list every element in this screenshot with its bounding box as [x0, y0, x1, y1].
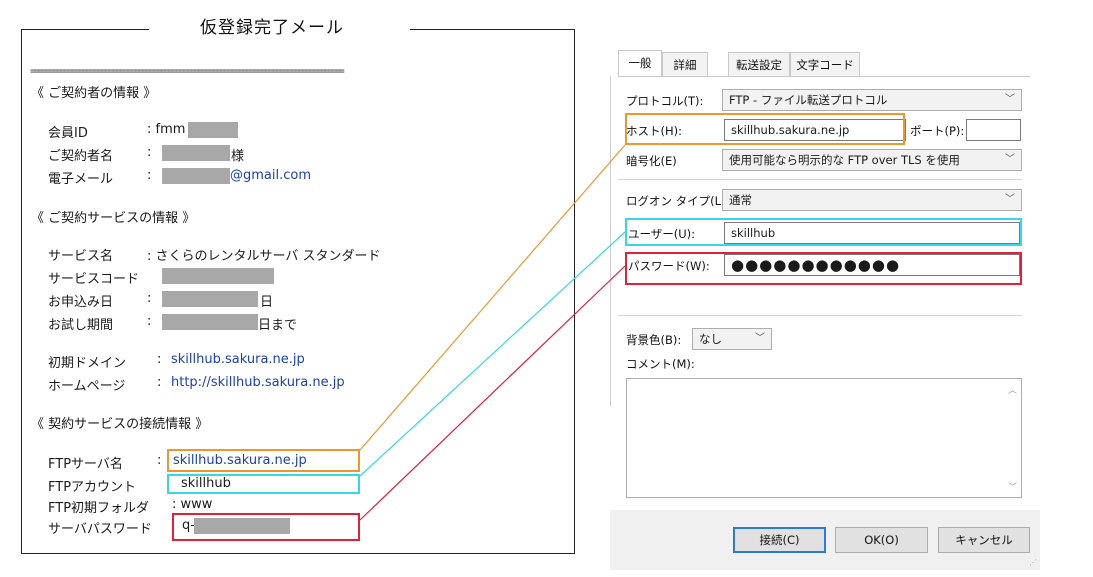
port-input[interactable]: [966, 119, 1021, 141]
ftp-folder-label: FTP初期フォルダ: [48, 501, 150, 516]
email-separator: ========================================…: [30, 66, 345, 77]
pane-left-border: [610, 76, 611, 406]
email-title: 仮登録完了メール: [200, 18, 344, 38]
ftp-server-label: FTPサーバ名: [48, 457, 123, 472]
encryption-select-value: 使用可能なら明示的な FTP over TLS を使用: [729, 153, 960, 167]
initial-domain-label: 初期ドメイン: [48, 356, 127, 371]
section-contractor-heading: 《 ご契約者の情報 》: [31, 86, 157, 101]
chevron-down-icon: ﹀: [1005, 194, 1015, 205]
port-label: ポート(P):: [910, 124, 965, 138]
divider-top: [618, 179, 1022, 180]
protocol-label: プロトコル(T):: [626, 94, 704, 108]
homepage-colon: :: [157, 375, 162, 390]
apply-date-suffix: 日: [260, 295, 274, 310]
chevron-down-icon: ﹀: [1005, 94, 1015, 105]
member-id-value: : fmm: [147, 122, 186, 137]
email-label: 電子メール: [48, 172, 114, 187]
apply-date-label: お申込み日: [48, 295, 114, 310]
initial-domain-colon: :: [157, 352, 162, 367]
section-service-heading: 《 ご契約サービスの情報 》: [31, 211, 196, 226]
scroll-up-icon[interactable]: ︿: [1008, 383, 1017, 396]
contractor-name-colon: :: [147, 145, 152, 160]
chevron-down-icon: ﹀: [755, 333, 765, 344]
service-code-label: サービスコード: [48, 272, 140, 287]
logon-type-select[interactable]: 通常 ﹀: [722, 189, 1022, 211]
redaction-contractor-name: [162, 145, 230, 161]
ftp-folder-value: : www: [172, 497, 213, 512]
server-password-label: サーバパスワード: [48, 522, 152, 537]
protocol-select-value: FTP - ファイル転送プロトコル: [729, 93, 888, 107]
contractor-name-label: ご契約者名: [48, 149, 114, 164]
logon-type-label: ログオン タイプ(L):: [626, 194, 730, 208]
highlight-ftp-account: [167, 474, 360, 494]
trial-suffix: 日まで: [258, 318, 298, 333]
service-name-label: サービス名: [48, 249, 114, 264]
member-id-label: 会員ID: [48, 126, 88, 141]
cancel-button[interactable]: キャンセル: [938, 527, 1030, 553]
ftp-account-label: FTPアカウント: [48, 480, 137, 495]
highlight-host: [625, 113, 905, 145]
initial-domain-value[interactable]: skillhub.sakura.ne.jp: [171, 352, 305, 367]
ok-button[interactable]: OK(O): [835, 527, 928, 553]
redaction-apply-date: [162, 291, 258, 307]
tab-transfer-settings[interactable]: 転送設定: [728, 52, 790, 76]
bg-color-select-value: なし: [699, 332, 722, 346]
encryption-select[interactable]: 使用可能なら明示的な FTP over TLS を使用 ﹀: [722, 149, 1022, 171]
connect-button[interactable]: 接続(C): [733, 527, 826, 553]
chevron-down-icon: ﹀: [1005, 154, 1015, 165]
highlight-server-password: [172, 513, 360, 541]
redaction-trial: [162, 314, 258, 330]
homepage-label: ホームページ: [48, 379, 126, 394]
encryption-label: 暗号化(E): [626, 154, 677, 168]
trial-label: お試し期間: [48, 318, 114, 333]
trial-colon: :: [147, 314, 152, 329]
section-connection-heading: 《 契約サービスの接続情報 》: [31, 417, 209, 432]
tab-charset[interactable]: 文字コード: [790, 52, 860, 76]
divider-bottom: [618, 315, 1022, 316]
homepage-link[interactable]: http://skillhub.sakura.ne.jp: [171, 375, 345, 390]
service-name-value: : さくらのレンタルサーバ スタンダード: [147, 249, 381, 264]
email-value[interactable]: @gmail.com: [230, 168, 311, 183]
email-colon: :: [147, 168, 152, 183]
highlight-user: [625, 218, 1022, 246]
bg-color-label: 背景色(B):: [626, 333, 682, 347]
comment-scrollbar[interactable]: ︿ ﹀: [1004, 379, 1021, 497]
logon-type-select-value: 通常: [729, 193, 752, 207]
resize-grip-icon[interactable]: ⋰: [1029, 558, 1037, 567]
redaction-service-code: [162, 268, 274, 284]
highlight-ftp-server: [167, 449, 360, 472]
highlight-password: [625, 252, 1022, 285]
tab-general[interactable]: 一般: [618, 50, 662, 76]
comment-textarea[interactable]: ︿ ﹀: [626, 378, 1022, 498]
comment-label: コメント(M):: [626, 357, 695, 371]
tab-underline: [618, 76, 1030, 77]
protocol-select[interactable]: FTP - ファイル転送プロトコル ﹀: [722, 89, 1022, 111]
redaction-member-id: [188, 122, 238, 138]
tab-advanced[interactable]: 詳細: [662, 52, 708, 76]
redaction-email: [162, 168, 230, 184]
contractor-name-suffix: 様: [231, 149, 245, 164]
bg-color-select[interactable]: なし ﹀: [692, 328, 772, 350]
ftp-server-colon: :: [157, 453, 162, 468]
scroll-down-icon[interactable]: ﹀: [1008, 480, 1017, 493]
apply-date-colon: :: [147, 291, 152, 306]
